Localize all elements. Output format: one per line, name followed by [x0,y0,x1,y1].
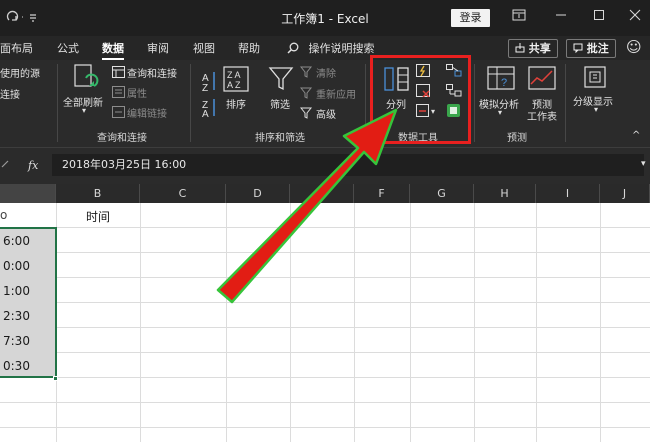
annotation-arrow [216,108,398,304]
